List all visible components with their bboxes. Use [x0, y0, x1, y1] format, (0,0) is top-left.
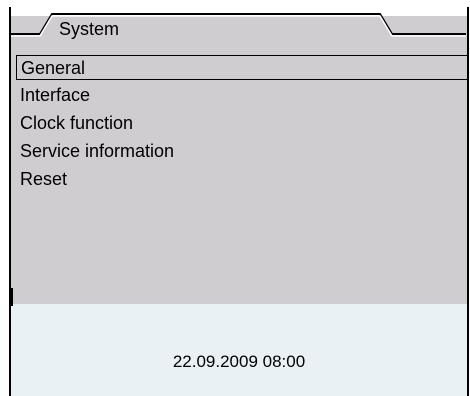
- menu-item-label: Reset: [20, 169, 68, 189]
- settings-menu: General Interface Clock function Service…: [16, 55, 468, 195]
- menu-item-label: General: [21, 58, 86, 78]
- status-area: [11, 304, 467, 396]
- menu-item-label: Interface: [20, 85, 91, 105]
- menu-item-interface[interactable]: Interface: [16, 83, 468, 108]
- panel-divider-tick: [11, 288, 13, 306]
- menu-item-general[interactable]: General: [16, 55, 468, 80]
- page-title: System: [59, 19, 120, 39]
- device-screen: System General Interface Clock function …: [0, 0, 470, 396]
- menu-item-label: Clock function: [20, 113, 134, 133]
- menu-item-service-information[interactable]: Service information: [16, 139, 468, 164]
- date-time-display: 22.09.2009 08:00: [172, 352, 306, 371]
- menu-item-label: Service information: [20, 141, 175, 161]
- menu-item-clock-function[interactable]: Clock function: [16, 111, 468, 136]
- menu-item-reset[interactable]: Reset: [16, 167, 468, 192]
